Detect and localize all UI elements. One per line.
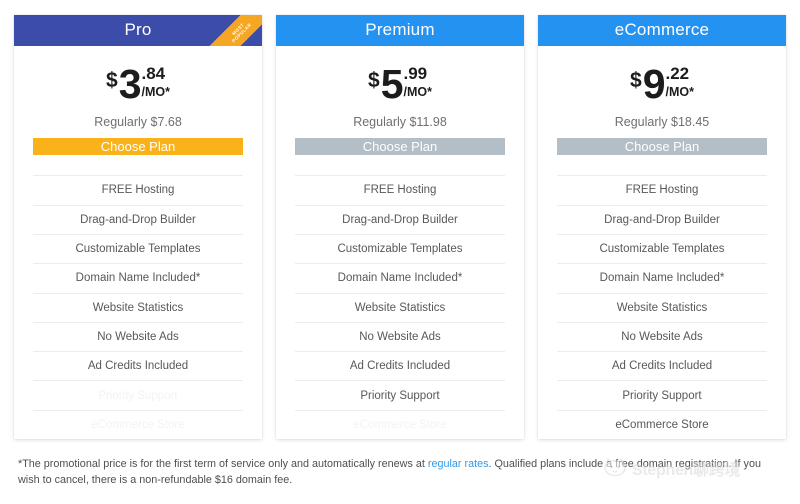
most-popular-ribbon: MOST POPULAR: [200, 15, 262, 46]
feature-row: Drag-and-Drop Builder: [557, 204, 767, 234]
choose-plan-button[interactable]: Choose Plan: [557, 137, 767, 156]
choose-plan-button[interactable]: Choose Plan: [295, 137, 505, 156]
price-line: $9.22/MO*: [538, 63, 786, 109]
feature-row: Drag-and-Drop Builder: [33, 204, 243, 234]
feature-row: Ad Credits Included: [295, 351, 505, 380]
price-period: /MO*: [141, 84, 170, 99]
plan-card-pro: Pro MOST POPULAR $3.84/MO* Regularly $7.68 C…: [14, 15, 262, 439]
price-currency: $: [368, 68, 380, 92]
price-block: $5.99/MO* Regularly $11.98: [276, 46, 524, 138]
plan-title: eCommerce: [614, 20, 710, 40]
price-line: $5.99/MO*: [276, 63, 524, 109]
feature-row: Ad Credits Included: [557, 351, 767, 380]
feature-row: Drag-and-Drop Builder: [295, 204, 505, 234]
price-line: $3.84/MO*: [14, 63, 262, 109]
feature-list: FREE Hosting Drag-and-Drop Builder Customi…: [276, 175, 524, 439]
feature-row: Ad Credits Included: [33, 351, 243, 380]
price-currency: $: [106, 68, 118, 92]
feature-list: FREE Hosting Drag-and-Drop Builder Customi…: [14, 175, 262, 439]
feature-row: Customizable Templates: [33, 233, 243, 263]
feature-row: Customizable Templates: [295, 233, 505, 263]
regular-price: Regularly $18.45: [614, 114, 710, 129]
price-block: $3.84/MO* Regularly $7.68: [14, 46, 262, 138]
price-block: $9.22/MO* Regularly $18.45: [538, 46, 786, 138]
plan-header: eCommerce: [538, 15, 786, 46]
price-currency: $: [630, 68, 642, 92]
ribbon-label: MOST POPULAR: [230, 21, 253, 44]
feature-row: eCommerce Store: [295, 409, 505, 439]
price-whole: 3: [118, 60, 142, 107]
feature-row: No Website Ads: [33, 321, 243, 351]
feature-row: Priority Support: [557, 380, 767, 409]
regular-price: Regularly $7.68: [94, 114, 182, 129]
feature-row: No Website Ads: [557, 321, 767, 351]
feature-row: FREE Hosting: [295, 175, 505, 204]
feature-row: Customizable Templates: [557, 233, 767, 263]
feature-row: Domain Name Included*: [295, 263, 505, 292]
price-cents: .22: [665, 63, 690, 83]
plan-header: Premium: [276, 15, 524, 46]
feature-list: FREE Hosting Drag-and-Drop Builder Customi…: [538, 175, 786, 439]
plan-title: Premium: [365, 20, 435, 40]
ribbon-band: MOST POPULAR: [200, 15, 262, 46]
choose-plan-button[interactable]: Choose Plan: [33, 137, 243, 156]
price-period: /MO*: [665, 84, 694, 99]
plan-header: Pro MOST POPULAR: [14, 15, 262, 46]
plan-card-premium: Premium $5.99/MO* Regularly $11.98 Choose P…: [276, 15, 524, 439]
feature-row: Website Statistics: [295, 292, 505, 322]
price-period: /MO*: [403, 84, 432, 99]
price-right-group: .99/MO*: [403, 63, 432, 99]
feature-row: FREE Hosting: [33, 175, 243, 204]
feature-row: Priority Support: [33, 380, 243, 409]
plan-cards-container: Pro MOST POPULAR $3.84/MO* Regularly $7.68 C…: [14, 15, 786, 439]
feature-row: Priority Support: [295, 380, 505, 409]
footnote-disclaimer: *The promotional price is for the first …: [18, 456, 762, 488]
price-whole: 5: [380, 60, 404, 107]
feature-row: Domain Name Included*: [557, 263, 767, 292]
feature-row: eCommerce Store: [557, 409, 767, 439]
feature-row: No Website Ads: [295, 321, 505, 351]
regular-price: Regularly $11.98: [353, 114, 447, 129]
pricing-table: Pro MOST POPULAR $3.84/MO* Regularly $7.68 C…: [0, 0, 800, 504]
feature-row: Domain Name Included*: [33, 263, 243, 292]
regular-rates-link[interactable]: regular rates: [428, 458, 489, 470]
feature-row: Website Statistics: [557, 292, 767, 322]
plan-card-ecommerce: eCommerce $9.22/MO* Regularly $18.45 Choose…: [538, 15, 786, 439]
feature-row: eCommerce Store: [33, 409, 243, 439]
price-right-group: .84/MO*: [141, 63, 170, 99]
price-right-group: .22/MO*: [665, 63, 694, 99]
price-cents: .84: [141, 63, 166, 83]
feature-row: Website Statistics: [33, 292, 243, 322]
footnote-text-part1: *The promotional price is for the first …: [18, 458, 428, 470]
price-whole: 9: [642, 60, 666, 107]
feature-row: FREE Hosting: [557, 175, 767, 204]
price-cents: .99: [403, 63, 428, 83]
plan-title: Pro: [124, 20, 152, 40]
